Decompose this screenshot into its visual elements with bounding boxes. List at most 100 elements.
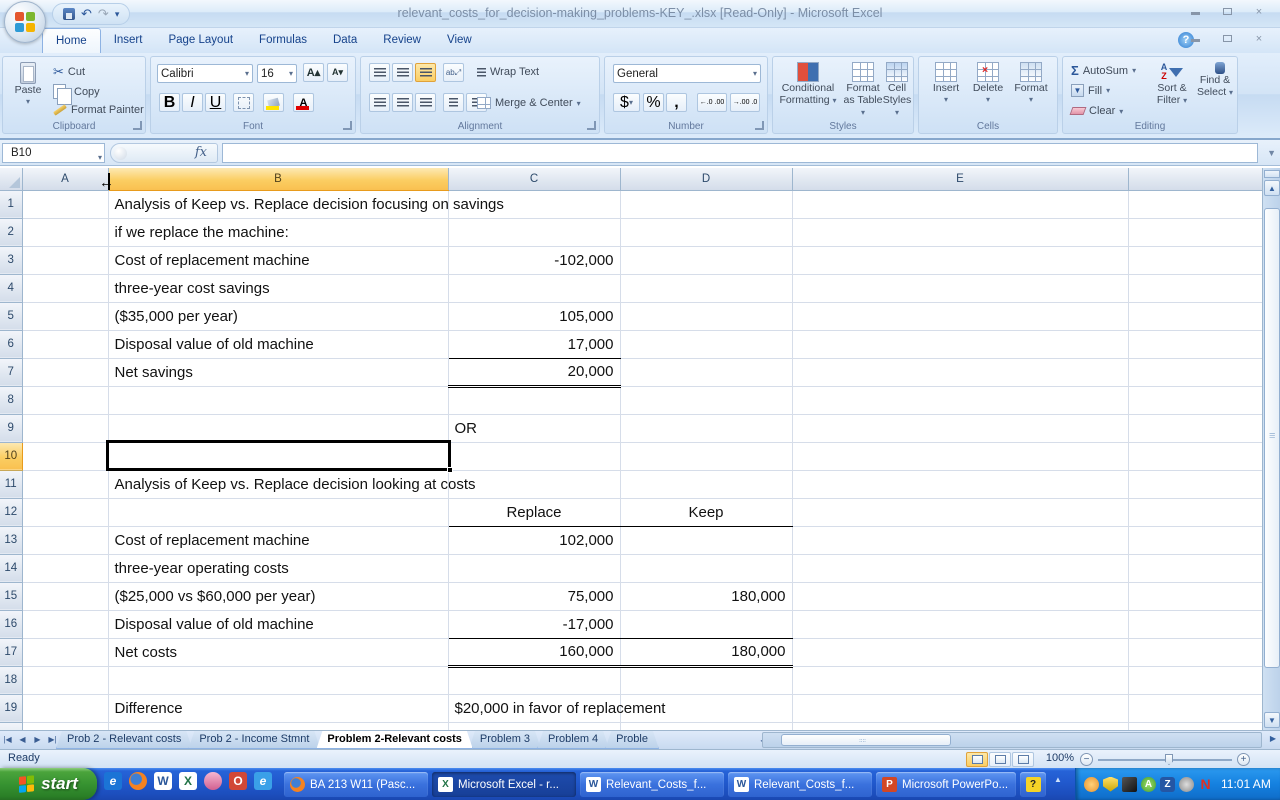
row-header[interactable]: 13 (0, 526, 22, 554)
insert-function-button[interactable] (114, 147, 127, 160)
paste-dropdown-icon[interactable]: ▾ (26, 96, 30, 108)
cell[interactable] (1128, 694, 1262, 722)
cell[interactable] (22, 302, 108, 330)
cell[interactable] (22, 610, 108, 638)
sheet-tab-problem5-cut[interactable]: Proble (605, 731, 659, 749)
format-cells-button[interactable]: Format ▾ (1011, 62, 1051, 106)
cell-B5[interactable]: ($35,000 per year) (108, 302, 448, 330)
cell[interactable] (22, 498, 108, 526)
font-color-button[interactable]: A (293, 93, 314, 112)
cell[interactable] (22, 414, 108, 442)
cell[interactable] (22, 722, 108, 730)
cell[interactable] (792, 638, 1128, 666)
firefox-icon[interactable] (129, 772, 147, 790)
cell[interactable] (22, 246, 108, 274)
alignment-dialog-launcher-icon[interactable] (587, 121, 596, 130)
minimize-icon[interactable] (1182, 6, 1208, 21)
vertical-split-handle[interactable] (1264, 170, 1280, 178)
cell[interactable] (1128, 554, 1262, 582)
cell[interactable] (620, 414, 792, 442)
scroll-up-icon[interactable]: ▲ (1264, 180, 1280, 196)
accounting-format-button[interactable]: $▾ (613, 93, 640, 112)
row-header[interactable]: 15 (0, 582, 22, 610)
font-name-combo[interactable]: Calibri▾ (157, 64, 253, 83)
copy-button[interactable]: Copy (53, 84, 100, 99)
antivirus-tray-icon[interactable]: A (1141, 777, 1156, 792)
chevron-down-icon[interactable]: ▾ (753, 69, 757, 78)
format-as-table-button[interactable]: Format as Table ▾ (843, 62, 883, 119)
cell[interactable] (1128, 722, 1262, 730)
browser-icon[interactable]: e (254, 772, 272, 790)
qat-customize-icon[interactable]: ▾ (115, 4, 120, 24)
update-tray-icon[interactable] (1084, 777, 1099, 792)
cell[interactable] (792, 190, 1128, 218)
clipboard-dialog-launcher-icon[interactable] (133, 121, 142, 130)
cell[interactable] (792, 330, 1128, 358)
comma-style-button[interactable]: , (666, 93, 687, 112)
cell[interactable] (620, 302, 792, 330)
tab-formulas[interactable]: Formulas (246, 28, 320, 52)
cell[interactable] (1128, 330, 1262, 358)
sort-filter-button[interactable]: A Z Sort & Filter ▾ (1151, 62, 1193, 107)
vertical-scrollbar[interactable]: ▲ ▼ (1262, 168, 1280, 730)
volume-tray-icon[interactable] (1179, 777, 1194, 792)
percent-style-button[interactable]: % (643, 93, 664, 112)
sheet-tab-prob2-income[interactable]: Prob 2 - Income Stmnt (188, 731, 320, 749)
cell[interactable] (792, 498, 1128, 526)
cell-C9[interactable]: OR (448, 414, 620, 442)
redo-icon[interactable]: ↷ (98, 4, 109, 24)
shield-tray-icon[interactable] (1103, 777, 1118, 792)
column-header-D[interactable]: D (620, 168, 792, 190)
cell[interactable] (792, 554, 1128, 582)
row-header[interactable]: 20 (0, 722, 22, 730)
cell-C12[interactable]: Replace (448, 498, 620, 526)
cell[interactable] (1128, 302, 1262, 330)
row-header[interactable]: 19 (0, 694, 22, 722)
cell[interactable] (792, 302, 1128, 330)
taskbar-button-powerpoint[interactable]: P Microsoft PowerPo... (876, 772, 1016, 797)
row-header[interactable]: 11 (0, 470, 22, 498)
cell[interactable] (792, 722, 1128, 730)
cell[interactable] (448, 442, 620, 470)
cell[interactable] (620, 554, 792, 582)
chevron-down-icon[interactable]: ▾ (245, 69, 249, 78)
cell[interactable] (1128, 218, 1262, 246)
cell[interactable] (22, 190, 108, 218)
excel-icon[interactable]: X (179, 772, 197, 790)
cell[interactable] (1128, 582, 1262, 610)
italic-button[interactable]: I (182, 93, 203, 112)
fill-handle[interactable] (447, 467, 453, 473)
cell[interactable] (792, 358, 1128, 386)
conditional-formatting-button[interactable]: Conditional Formatting ▾ (776, 62, 840, 107)
cell-B14[interactable]: three-year operating costs (108, 554, 448, 582)
undo-icon[interactable]: ↶ (81, 4, 92, 24)
row-header[interactable]: 16 (0, 610, 22, 638)
cell[interactable] (448, 218, 620, 246)
cell[interactable] (22, 638, 108, 666)
pen-tray-icon[interactable] (1122, 777, 1137, 792)
cell[interactable] (108, 386, 448, 414)
align-center-button[interactable] (392, 93, 413, 112)
norton-tray-icon[interactable]: N (1198, 777, 1213, 792)
row-header[interactable]: 18 (0, 666, 22, 694)
cell[interactable] (22, 470, 108, 498)
sheet-tab-prob2-relevant[interactable]: Prob 2 - Relevant costs (56, 731, 192, 749)
taskbar-chevron-icon[interactable]: ▲ (1054, 775, 1062, 784)
cell[interactable] (620, 330, 792, 358)
cell-D16[interactable] (620, 610, 792, 638)
cell-B13[interactable]: Cost of replacement machine (108, 526, 448, 554)
restore-icon[interactable] (1214, 6, 1240, 21)
cell[interactable] (1128, 442, 1262, 470)
row-header[interactable]: 3 (0, 246, 22, 274)
number-format-combo[interactable]: General▾ (613, 64, 761, 83)
cell[interactable] (620, 246, 792, 274)
cell[interactable] (1128, 498, 1262, 526)
autosum-button[interactable]: Σ AutoSum▾ (1071, 63, 1136, 78)
prev-sheet-button[interactable]: ◀ (15, 731, 30, 749)
paste-button[interactable]: Paste ▾ (9, 62, 47, 108)
cell[interactable] (1128, 274, 1262, 302)
row-header[interactable]: 17 (0, 638, 22, 666)
cell[interactable] (792, 610, 1128, 638)
shrink-font-button[interactable]: A▾ (327, 63, 348, 82)
row-header[interactable]: 7 (0, 358, 22, 386)
